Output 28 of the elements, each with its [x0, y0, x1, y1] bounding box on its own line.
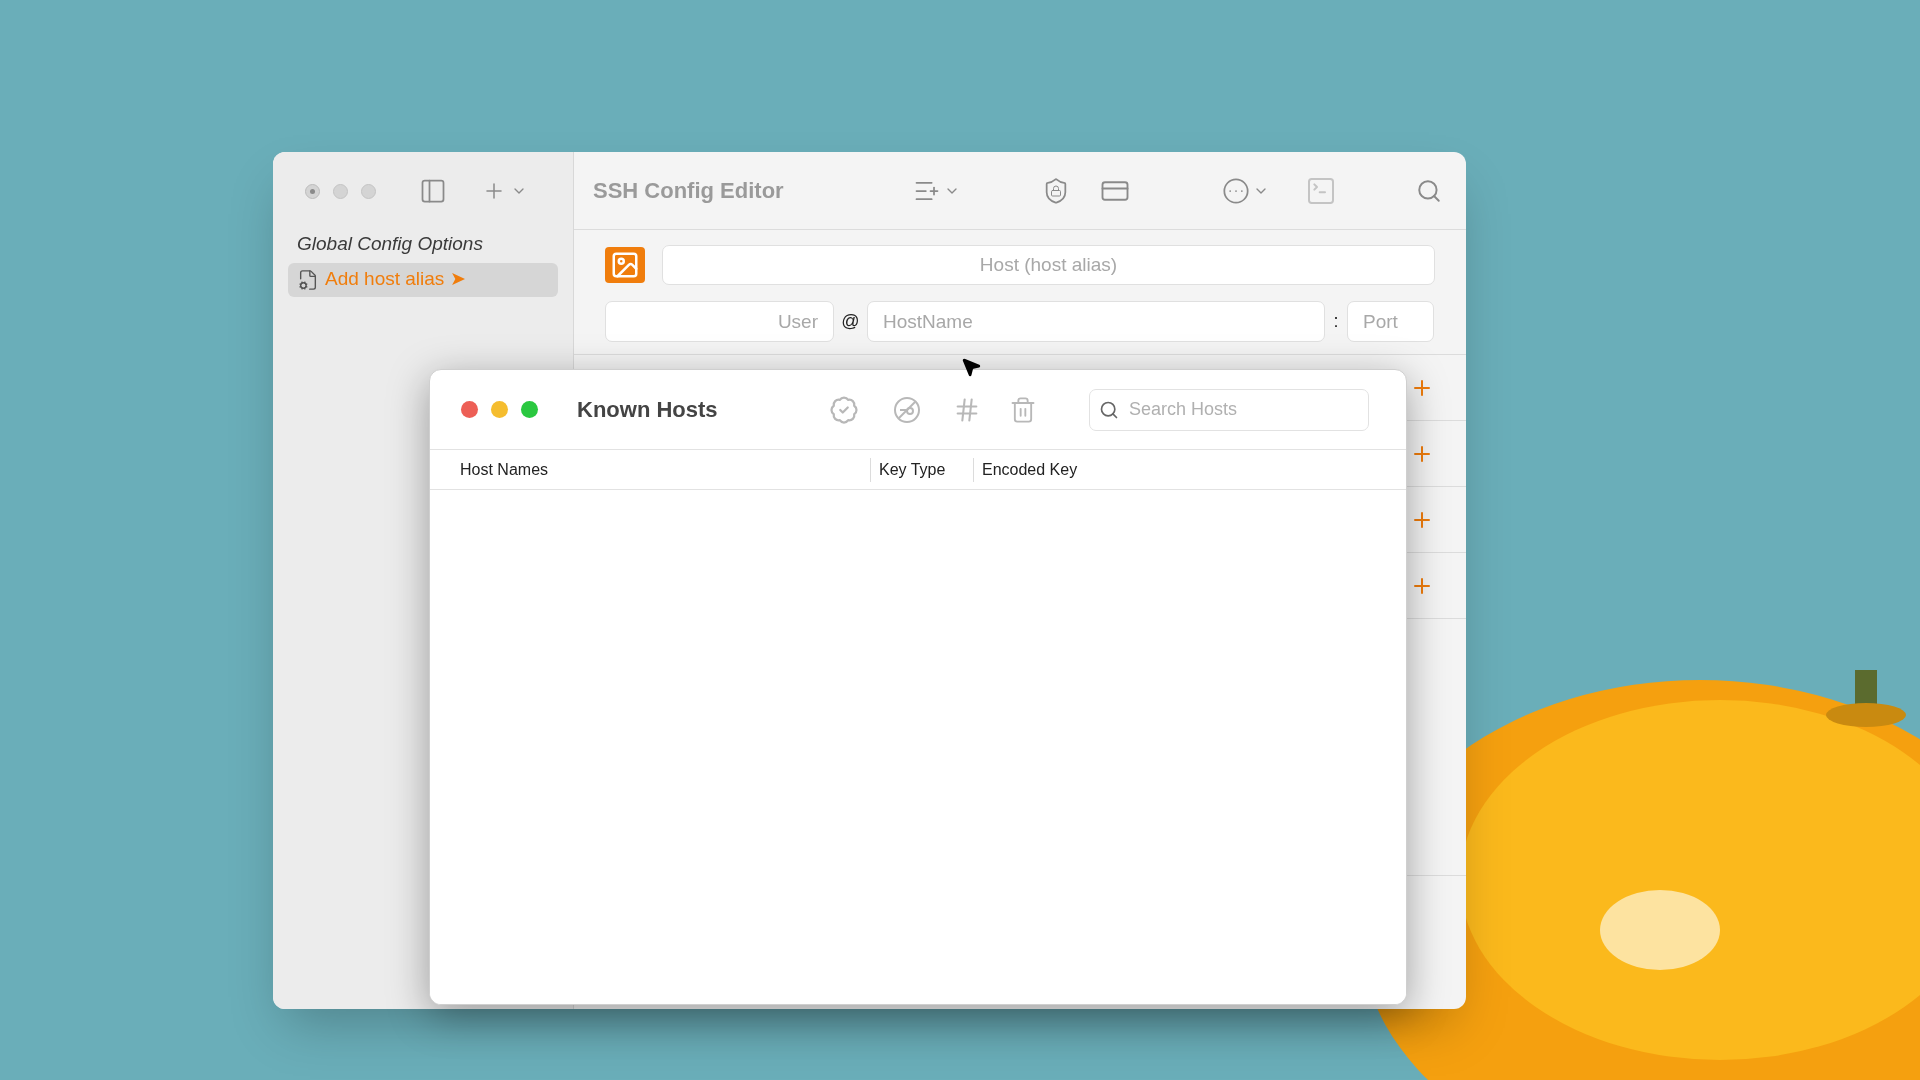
search-icon [1099, 399, 1119, 420]
search-icon[interactable] [1416, 177, 1442, 204]
window-title: SSH Config Editor [593, 177, 785, 205]
hostname-field[interactable]: HostName [867, 301, 1325, 342]
close-button[interactable] [305, 183, 320, 199]
window-title: Known Hosts [577, 396, 719, 424]
trash-icon[interactable] [1009, 395, 1037, 424]
column-header[interactable]: Host Names [460, 457, 549, 482]
more-icon[interactable] [1222, 176, 1250, 205]
prohibited-key-icon[interactable] [892, 394, 922, 425]
port-field[interactable]: Port [1347, 301, 1434, 342]
close-button[interactable] [461, 401, 478, 418]
item-label: Add host alias ➤ [325, 267, 466, 292]
zoom-button[interactable] [521, 401, 538, 418]
search-field[interactable]: Search Hosts [1089, 388, 1369, 431]
column-header[interactable]: Key Type [879, 457, 946, 482]
verified-badge-icon[interactable] [829, 394, 859, 425]
cursor-icon [960, 356, 982, 378]
sidebar-toggle-icon[interactable] [419, 177, 447, 205]
column-header[interactable]: Encoded Key [982, 457, 1078, 482]
at-sign: @ [840, 310, 861, 333]
user-field[interactable]: User [605, 301, 834, 342]
image-icon[interactable] [605, 247, 645, 283]
section-title: Global Config Options [296, 232, 484, 256]
host-field[interactable]: Host (host alias) [662, 245, 1435, 285]
file-gear-icon [297, 268, 319, 291]
colon: : [1332, 310, 1340, 333]
minimize-button[interactable] [491, 401, 508, 418]
